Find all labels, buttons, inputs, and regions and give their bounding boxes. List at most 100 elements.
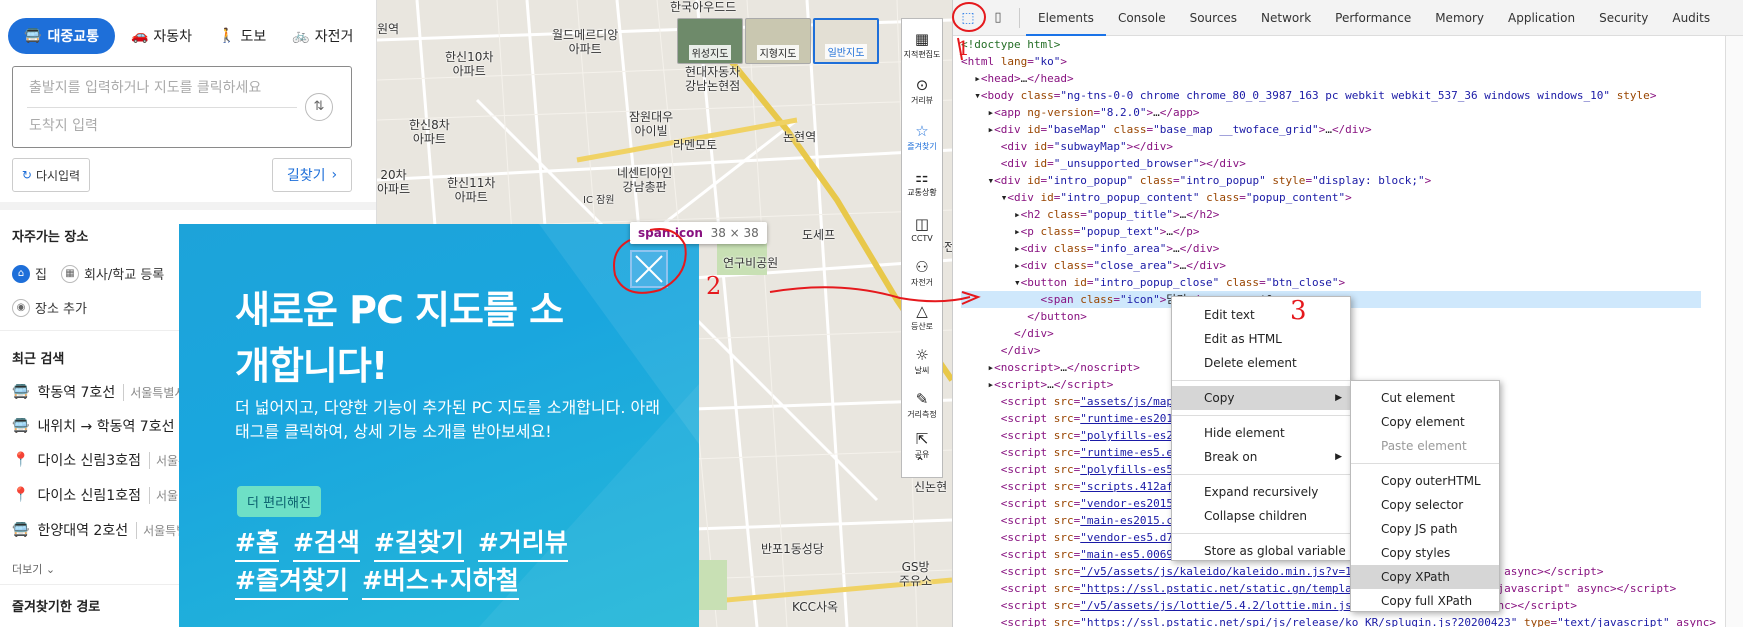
menu-copy-full-xpath[interactable]: Copy full XPath [1351,589,1499,613]
recent-item[interactable]: 🚍 내위치 → 학동역 7호선 [12,416,174,436]
menu-hide-element[interactable]: Hide element [1172,421,1350,445]
pin-icon: 📍 [12,452,30,468]
find-route-button[interactable]: 길찾기 › [272,158,352,192]
recent-item[interactable]: 📍 다이소 신림3호점 서울특 [12,450,189,470]
mode-bike-button[interactable]: 🚲 자전거 [282,18,363,54]
recent-item[interactable]: 🚍 학동역 7호선 서울특별시 [12,382,185,402]
refresh-icon: ↻ [21,168,32,182]
menu-edit-text[interactable]: Edit text [1172,303,1350,327]
map-label: KCC사옥 [792,600,839,614]
mode-transit-button[interactable]: 🚍 대중교통 [8,18,115,54]
bike-map-button[interactable]: ⚇ 자전거 [903,248,941,298]
building-icon: ▦ [60,264,79,283]
work-chip[interactable]: ▦ 회사/학교 등록 [60,264,164,283]
bus-icon: 🚍 [12,418,30,434]
tab-memory[interactable]: Memory [1423,0,1496,36]
menu-copy-xpath[interactable]: Copy XPath [1351,565,1499,589]
street-view-button[interactable]: ⊙ 거리뷰 [903,66,941,116]
map-label: 한신8차 아파트 [409,118,450,146]
popup-close-button[interactable] [630,250,668,288]
menu-expand-recursively[interactable]: Expand recursively [1172,480,1350,504]
traffic-button[interactable]: ⚏ 교통상황 [903,158,941,208]
tag-favorites-link[interactable]: #즐겨찾기 [235,564,348,600]
context-menu: Edit text Edit as HTML Delete element Co… [1171,296,1351,561]
recent-item[interactable]: 📍 다이소 신림1호점 서울 [12,485,178,505]
tab-application[interactable]: Application [1496,0,1587,36]
weather-button[interactable]: ☼ 날씨 [903,336,941,386]
add-place-chip[interactable]: ◉ 장소 추가 [12,298,87,317]
device-toolbar-icon[interactable]: ▯ [983,0,1013,36]
menu-copy-js-path[interactable]: Copy JS path [1351,517,1499,541]
maptype-satellite-button[interactable]: 위성지도 [677,18,743,64]
map-label: 현대자동차 강남논현점 [685,65,741,93]
reset-button[interactable]: ↻ 다시입력 [12,158,90,192]
tab-security[interactable]: Security [1587,0,1660,36]
tag-directions-link[interactable]: #길찾기 [373,526,464,562]
tag-search-link[interactable]: #검색 [292,526,360,562]
map-label: 한신11차 아파트 [447,176,496,204]
tab-sources[interactable]: Sources [1178,0,1249,36]
menu-copy-styles[interactable]: Copy styles [1351,541,1499,565]
close-icon [635,255,663,283]
pin-icon: ◉ [12,298,30,317]
recent-item[interactable]: 🚍 한양대역 2호선 서울특별 [12,520,187,540]
star-icon: ☆ [915,121,929,140]
chevron-right-icon: › [331,167,338,183]
menu-cut-element[interactable]: Cut element [1351,386,1499,410]
cadastral-icon: ▦ [914,29,930,48]
chevron-right-icon: ▶ [1335,393,1342,403]
annotation-number: 2 [706,272,722,300]
home-icon: ⌂ [12,264,30,283]
menu-edit-html[interactable]: Edit as HTML [1172,327,1350,351]
tab-performance[interactable]: Performance [1323,0,1423,36]
tab-console[interactable]: Console [1106,0,1178,36]
origin-input[interactable]: 출발지를 입력하거나 지도를 클릭하세요 [29,77,261,97]
car-icon: 🚗 [130,28,149,44]
bus-icon: 🚍 [12,384,30,400]
menu-copy-outerhtml[interactable]: Copy outerHTML [1351,469,1499,493]
map-label: 한국아우드드 [670,0,737,14]
transport-modes: 🚍 대중교통 🚗 자동차 🚶 도보 🚲 자전거 [8,18,363,54]
inspect-element-icon[interactable]: ⬚ [953,0,983,36]
menu-break-on[interactable]: Break on ▶ [1172,445,1350,469]
cctv-button[interactable]: ◫ CCTV [903,204,941,254]
menu-copy-selector[interactable]: Copy selector [1351,493,1499,517]
menu-copy[interactable]: Copy ▶ [1172,386,1350,410]
mode-car-button[interactable]: 🚗 자동차 [121,18,202,54]
menu-store-global[interactable]: Store as global variable [1172,539,1350,563]
traffic-icon: ⚏ [915,167,929,186]
cadastral-button[interactable]: ▦ 지적편집도 [903,20,941,70]
chevron-up-icon[interactable]: ⌃ [915,455,925,469]
menu-collapse-children[interactable]: Collapse children [1172,504,1350,528]
map-label: 논현역 [783,130,817,144]
mode-walk-button[interactable]: 🚶 도보 [208,18,276,54]
bike-icon: ⚇ [915,257,929,276]
map-label: 원역 [377,22,400,36]
tab-audits[interactable]: Audits [1660,0,1722,36]
home-chip[interactable]: ⌂ 집 [12,264,47,283]
favorites-button[interactable]: ☆ 즐겨찾기 [903,112,941,162]
map-label: 20차 아파트 [377,168,411,196]
more-button[interactable]: 더보기 ⌄ [12,561,55,577]
favorite-routes-title: 즐겨찾기한 경로 [12,600,101,615]
menu-paste-element: Paste element [1381,439,1467,453]
tag-streetview-link[interactable]: #거리뷰 [477,526,568,562]
menu-copy-element[interactable]: Copy element [1351,410,1499,434]
tag-home-link[interactable]: #홈 [235,526,279,562]
swap-icon[interactable]: ⇅ [305,93,333,121]
ruler-icon: ✎ [915,389,929,408]
map-label: IC 잠원 [583,195,615,206]
menu-delete-element[interactable]: Delete element [1172,351,1350,375]
popup-text: 더 넓어지고, 다양한 기능이 추가된 PC 지도를 소개합니다. 아래 태그를… [235,398,660,441]
tab-network[interactable]: Network [1249,0,1323,36]
copy-submenu: Cut element Copy element Paste element C… [1350,380,1500,612]
tag-transit-link[interactable]: #버스+지하철 [361,564,519,600]
weather-icon: ☼ [915,345,929,364]
destination-input[interactable]: 도착지 입력 [29,115,98,135]
tab-elements[interactable]: Elements [1026,0,1106,36]
maptype-terrain-button[interactable]: 지형지도 [745,18,811,64]
walk-icon: 🚶 [218,28,236,44]
hiking-button[interactable]: △ 등산로 [903,292,941,342]
maptype-general-button[interactable]: 일반지도 [813,18,879,64]
route-input-box: 출발지를 입력하거나 지도를 클릭하세요 도착지 입력 ⇅ [12,66,352,148]
